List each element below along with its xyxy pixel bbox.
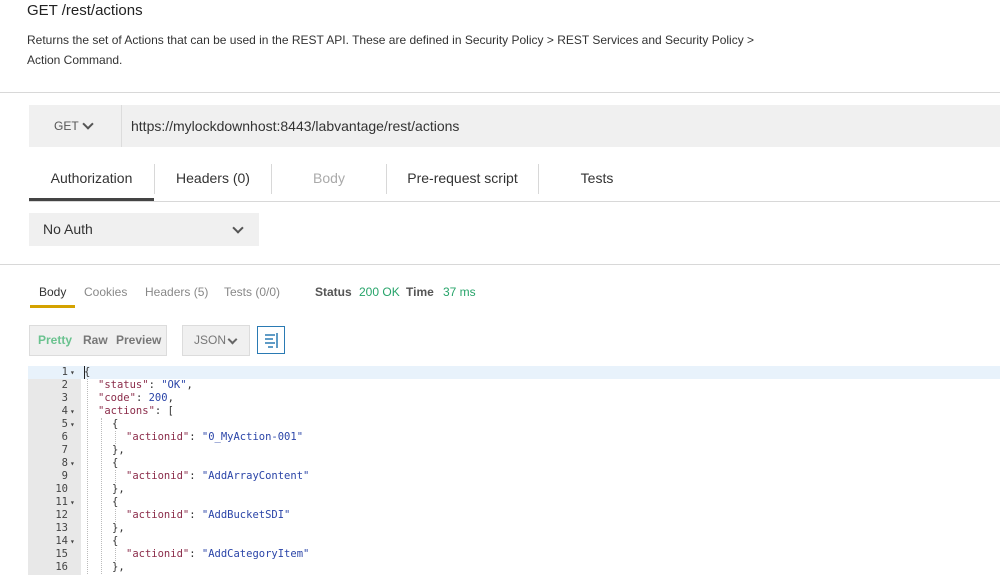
time-value: 37 ms bbox=[443, 285, 476, 299]
line-number: 1 bbox=[61, 366, 68, 378]
line-number: 16 bbox=[55, 561, 68, 573]
code-line: 10}, bbox=[28, 483, 1000, 496]
response-tab-body[interactable]: Body bbox=[39, 285, 66, 299]
method-dropdown[interactable]: GET bbox=[29, 105, 121, 147]
line-number: 4 bbox=[61, 405, 68, 417]
response-tab-headers[interactable]: Headers (5) bbox=[145, 285, 208, 299]
code-line: 6 "actionid": "0_MyAction-001" bbox=[28, 431, 1000, 444]
view-raw-button[interactable]: Raw bbox=[83, 326, 108, 355]
active-tab-indicator bbox=[30, 305, 75, 308]
response-tab-cookies[interactable]: Cookies bbox=[84, 285, 127, 299]
code-line: 9 "actionid": "AddArrayContent" bbox=[28, 470, 1000, 483]
line-number: 9 bbox=[61, 470, 68, 482]
code-text: }, bbox=[112, 483, 125, 495]
auth-type-dropdown[interactable]: No Auth bbox=[29, 213, 259, 246]
line-number: 13 bbox=[55, 522, 68, 534]
method-label: GET bbox=[54, 119, 79, 133]
fold-toggle-icon[interactable]: ▾ bbox=[70, 418, 75, 431]
status-value: 200 OK bbox=[359, 285, 400, 299]
code-text: }, bbox=[112, 444, 125, 456]
line-number: 8 bbox=[61, 457, 68, 469]
chevron-down-icon bbox=[227, 334, 238, 345]
status-label: Status bbox=[315, 285, 352, 299]
tab-authorization[interactable]: Authorization bbox=[29, 156, 154, 201]
code-text: "status": "OK", bbox=[98, 379, 193, 391]
response-body-editor[interactable]: 1 ▾{2 "status": "OK", 3 "code": 200, 4 ▾ "actio… bbox=[28, 366, 1000, 575]
code-line: 12 "actionid": "AddBucketSDI" bbox=[28, 509, 1000, 522]
time-label: Time bbox=[406, 285, 434, 299]
fold-toggle-icon[interactable]: ▾ bbox=[70, 366, 75, 379]
code-line: 14 ▾ { bbox=[28, 535, 1000, 548]
format-dropdown[interactable]: JSON bbox=[182, 325, 250, 356]
tab-headers[interactable]: Headers (0) bbox=[155, 156, 271, 201]
code-text: "actions": [ bbox=[98, 405, 174, 417]
wrap-lines-button[interactable] bbox=[257, 326, 285, 354]
line-number: 11 bbox=[55, 496, 68, 508]
code-text: { bbox=[112, 418, 119, 430]
code-line: 3 "code": 200, bbox=[28, 392, 1000, 405]
line-number: 6 bbox=[61, 431, 68, 443]
code-line: 13}, bbox=[28, 522, 1000, 535]
fold-toggle-icon[interactable]: ▾ bbox=[70, 535, 75, 548]
tab-body[interactable]: Body bbox=[272, 156, 386, 201]
indent-guide bbox=[115, 509, 116, 522]
code-text: "code": 200, bbox=[98, 392, 174, 404]
indent-guide bbox=[115, 431, 116, 444]
code-text: }, bbox=[112, 522, 125, 534]
code-text: { bbox=[112, 457, 119, 469]
view-preview-button[interactable]: Preview bbox=[116, 326, 161, 355]
fold-toggle-icon[interactable]: ▾ bbox=[70, 496, 75, 509]
wrap-lines-icon bbox=[265, 333, 278, 348]
format-label: JSON bbox=[194, 333, 227, 347]
tab-pre-request-script[interactable]: Pre-request script bbox=[387, 156, 538, 201]
line-number: 14 bbox=[55, 535, 68, 547]
auth-type-label: No Auth bbox=[43, 221, 93, 237]
line-number: 5 bbox=[61, 418, 68, 430]
chevron-down-icon bbox=[232, 222, 244, 234]
code-text: { bbox=[112, 496, 119, 508]
code-line: 7}, bbox=[28, 444, 1000, 457]
url-input[interactable]: https://mylockdownhost:8443/labvantage/r… bbox=[131, 105, 459, 147]
view-mode-group: Pretty Raw Preview bbox=[29, 325, 167, 356]
url-bar: GET https://mylockdownhost:8443/labvanta… bbox=[29, 105, 1000, 147]
line-number: 2 bbox=[61, 379, 68, 391]
page-title: GET /rest/actions bbox=[27, 2, 143, 19]
code-text: "actionid": "AddCategoryItem" bbox=[126, 548, 310, 560]
code-line: 2 "status": "OK", bbox=[28, 379, 1000, 392]
code-text: "actionid": "AddArrayContent" bbox=[126, 470, 310, 482]
code-line: 16}, bbox=[28, 561, 1000, 574]
chevron-down-icon bbox=[82, 118, 94, 130]
code-line: 15 "actionid": "AddCategoryItem" bbox=[28, 548, 1000, 561]
code-text: "actionid": "AddBucketSDI" bbox=[126, 509, 291, 521]
line-number: 10 bbox=[55, 483, 68, 495]
code-line: 1 ▾{ bbox=[28, 366, 1000, 379]
code-line: 8 ▾ { bbox=[28, 457, 1000, 470]
request-tabs: Authorization Headers (0) Body Pre-reque… bbox=[29, 156, 1000, 202]
response-tab-tests[interactable]: Tests (0/0) bbox=[224, 285, 280, 299]
code-text: { bbox=[112, 535, 119, 547]
indent-guide bbox=[115, 470, 116, 483]
fold-toggle-icon[interactable]: ▾ bbox=[70, 405, 75, 418]
text-cursor bbox=[84, 366, 85, 379]
code-line: 11 ▾ { bbox=[28, 496, 1000, 509]
fold-toggle-icon[interactable]: ▾ bbox=[70, 457, 75, 470]
line-number: 15 bbox=[55, 548, 68, 560]
line-number: 12 bbox=[55, 509, 68, 521]
code-text: "actionid": "0_MyAction-001" bbox=[126, 431, 304, 443]
code-text: }, bbox=[112, 561, 125, 573]
view-pretty-button[interactable]: Pretty bbox=[38, 326, 72, 355]
line-number: 7 bbox=[61, 444, 68, 456]
code-line: 5 ▾ { bbox=[28, 418, 1000, 431]
indent-guide bbox=[87, 379, 88, 574]
indent-guide bbox=[101, 418, 102, 574]
divider bbox=[0, 92, 1000, 93]
divider bbox=[121, 105, 122, 147]
endpoint-description: Returns the set of Actions that can be u… bbox=[27, 33, 755, 67]
line-number: 3 bbox=[61, 392, 68, 404]
indent-guide bbox=[115, 548, 116, 561]
tab-tests[interactable]: Tests bbox=[539, 156, 655, 201]
divider bbox=[0, 264, 1000, 265]
code-line: 4 ▾ "actions": [ bbox=[28, 405, 1000, 418]
